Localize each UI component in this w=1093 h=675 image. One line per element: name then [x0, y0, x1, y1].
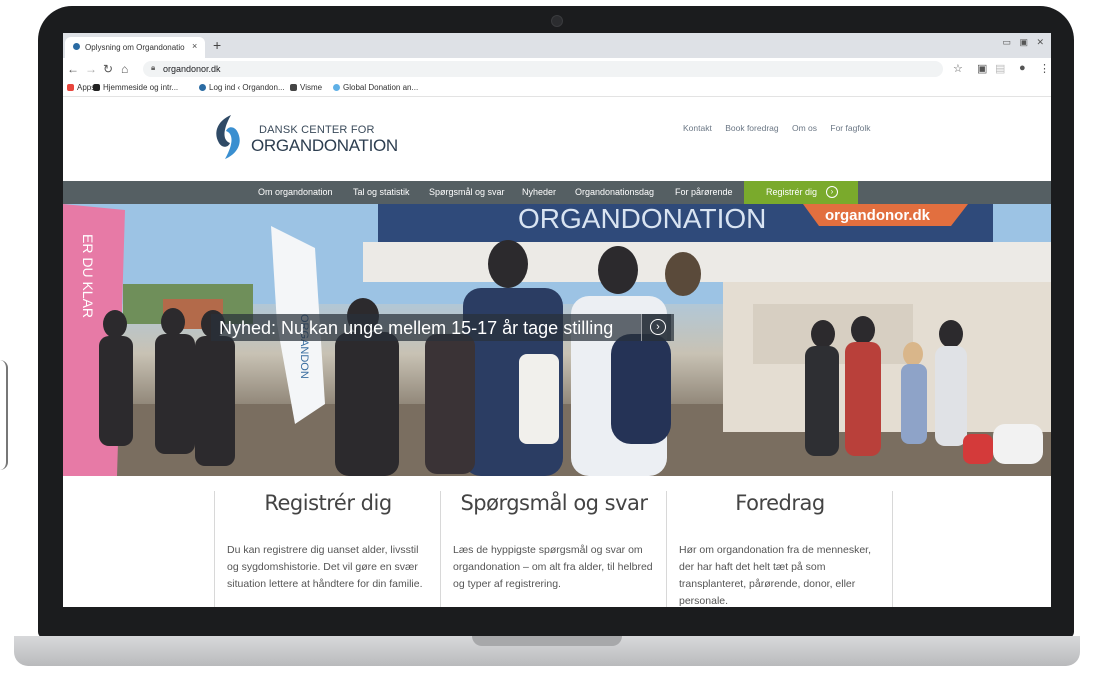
home-icon[interactable]: ⌂ [121, 62, 128, 76]
top-link-kontakt[interactable]: Kontakt [683, 123, 712, 133]
bookmark-label: Hjemmeside og intr... [103, 83, 179, 92]
forward-icon[interactable]: → [85, 62, 97, 76]
globe-icon [333, 84, 340, 91]
card-title[interactable]: Spørgsmål og svar [441, 491, 667, 515]
extension-icon[interactable]: ▣ [977, 62, 987, 75]
top-link-om-os[interactable]: Om os [792, 123, 817, 133]
card-registrer-dig[interactable]: Registrér dig Du kan registrere dig uans… [214, 491, 441, 607]
tent-url-text: organdonor.dk [825, 207, 931, 224]
main-nav: Om organdonation Tal og statistik Spørgs… [63, 181, 1051, 204]
browser-toolbar: ← → ↻ ⌂ 🔒︎ organdonor.dk ☆ ▣ ▤ ● ⋮ [63, 58, 1051, 80]
arrow-circle-icon: › [650, 319, 666, 335]
profile-icon[interactable]: ● [1019, 62, 1026, 74]
top-link-book-foredrag[interactable]: Book foredrag [725, 123, 778, 133]
wordpress-icon [199, 84, 206, 91]
card-text: Læs de hyppigste spørgsmål og svar om or… [453, 544, 653, 590]
visme-icon [290, 84, 297, 91]
window-controls[interactable]: ▭ ▣ ✕ [1002, 37, 1047, 48]
hero-headline[interactable]: Nyhed: Nu kan unge mellem 15-17 år tage … [211, 314, 671, 341]
browser-tab-bar: Oplysning om Organdonation fo × + ▭ ▣ ✕ [63, 33, 1051, 58]
star-icon[interactable]: ☆ [953, 62, 963, 75]
menu-icon[interactable]: ⋮ [1039, 62, 1050, 75]
hero-headline-arrow[interactable]: › [641, 314, 674, 341]
bookmark-label: Log ind ‹ Organdon... [209, 83, 285, 92]
laptop-notch [472, 636, 622, 646]
card-foredrag[interactable]: Foredrag Hør om organdonation fra de men… [666, 491, 893, 607]
favicon-icon [73, 43, 80, 50]
url-text: organdonor.dk [163, 64, 221, 74]
organdonation-logo-icon[interactable] [211, 113, 245, 161]
nav-spoergsmaal-og-svar[interactable]: Spørgsmål og svar [429, 187, 505, 197]
hero-headline-text: Nyhed: Nu kan unge mellem 15-17 år tage … [219, 318, 614, 338]
tab-close-icon[interactable]: × [192, 41, 197, 51]
apps-icon [67, 84, 74, 91]
lock-icon: 🔒︎ [151, 63, 156, 72]
card-title[interactable]: Foredrag [667, 491, 893, 515]
card-spoergsmaal-og-svar[interactable]: Spørgsmål og svar Læs de hyppigste spørg… [440, 491, 667, 607]
card-title[interactable]: Registrér dig [215, 491, 441, 515]
back-icon[interactable]: ← [67, 62, 79, 76]
bookmark-label: Visme [300, 83, 323, 92]
bookmark-label: Global Donation an... [343, 83, 419, 92]
address-bar[interactable]: 🔒︎ organdonor.dk [143, 61, 943, 77]
top-links: Kontakt Book foredrag Om os For fagfolk [683, 123, 882, 133]
register-button-label: Registrér dig [766, 187, 818, 197]
nav-tal-og-statistik[interactable]: Tal og statistik [353, 187, 410, 197]
hero-image[interactable]: ER DU KLAR ORGANDONATION organdonor.dk O… [63, 204, 1051, 476]
bookmark-login[interactable]: Log ind ‹ Organdon... [199, 83, 285, 92]
register-button[interactable]: Registrér dig › [744, 181, 858, 204]
arrow-circle-icon: › [826, 186, 838, 198]
logo-text-top: DANSK CENTER FOR [259, 124, 375, 136]
site-header: DANSK CENTER FOR ORGANDONATION Kontakt B… [63, 97, 1051, 181]
reload-icon[interactable]: ↻ [103, 62, 113, 76]
laptop-screen: Oplysning om Organdonation fo × + ▭ ▣ ✕ … [63, 33, 1051, 607]
card-divider [892, 491, 893, 607]
nav-om-organdonation[interactable]: Om organdonation [258, 187, 333, 197]
extension-icon-2[interactable]: ▤ [995, 62, 1005, 75]
browser-tab[interactable]: Oplysning om Organdonation fo × [65, 37, 205, 58]
bookmarks-bar: Apps Hjemmeside og intr... Log ind ‹ Org… [63, 80, 1051, 97]
nav-nyheder[interactable]: Nyheder [522, 187, 556, 197]
nav-for-paaroerende[interactable]: For pårørende [675, 187, 733, 197]
bookmark-global-donation[interactable]: Global Donation an... [333, 83, 418, 92]
card-text: Du kan registrere dig uanset alder, livs… [227, 544, 423, 590]
tent-side-text: ER DU KLAR [80, 234, 96, 318]
webcam [551, 15, 563, 27]
feature-cards: Registrér dig Du kan registrere dig uans… [63, 476, 1051, 607]
nav-organdonationsdag[interactable]: Organdonationsdag [575, 187, 654, 197]
tab-title: Oplysning om Organdonation fo [85, 43, 185, 52]
top-link-for-fagfolk[interactable]: For fagfolk [830, 123, 870, 133]
new-tab-button[interactable]: + [213, 37, 221, 53]
card-text: Hør om organdonation fra de mennesker, d… [679, 544, 872, 607]
bookmark-apps[interactable]: Apps [67, 83, 95, 92]
side-object [0, 360, 8, 470]
logo-text-bottom: ORGANDONATION [251, 136, 398, 155]
bookmark-visme[interactable]: Visme [290, 83, 322, 92]
bookmark-hjemmeside[interactable]: Hjemmeside og intr... [93, 83, 178, 92]
m-icon [93, 84, 100, 91]
tent-banner-text: ORGANDONATION [518, 204, 766, 234]
